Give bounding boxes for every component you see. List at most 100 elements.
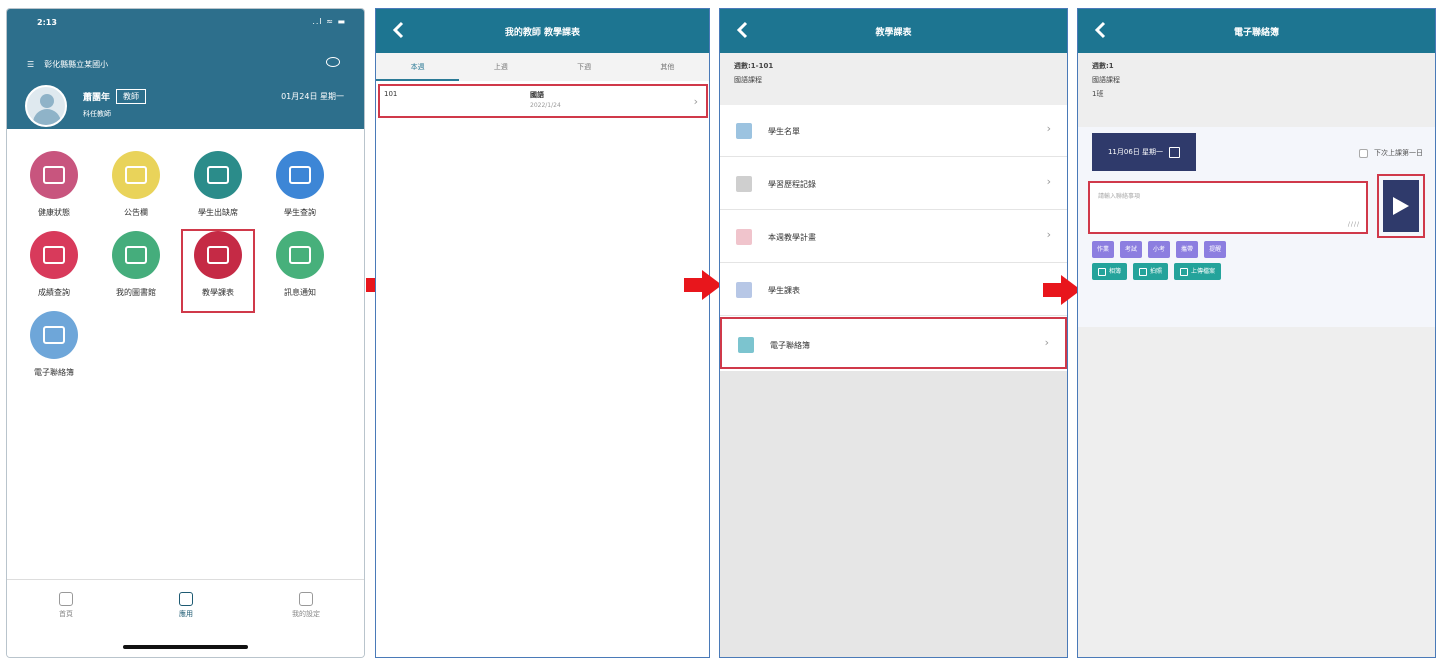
class-name: 國語 [530, 91, 544, 99]
home-icon [59, 592, 73, 606]
quick-tag-chip[interactable]: 小考 [1148, 241, 1171, 258]
resize-grip-icon[interactable]: //// [1348, 221, 1360, 228]
school-name[interactable]: ☰ 彰化縣縣立某國小 [27, 59, 108, 70]
app-tile[interactable]: 我的圖書館 [101, 231, 171, 311]
app-icon [30, 151, 78, 199]
empty-area [1078, 327, 1435, 657]
app-tile[interactable]: 電子聯絡簿 [19, 311, 89, 391]
attachment-button[interactable]: 相簿 [1092, 263, 1128, 280]
menu-item[interactable]: 電子聯絡簿 › [720, 317, 1067, 369]
app-tile[interactable]: 學生查詢 [265, 151, 335, 231]
tab-home[interactable]: 首頁 [21, 592, 111, 619]
app-icon [112, 231, 160, 279]
page-title: 電子聯絡簿 [1233, 27, 1279, 38]
eye-icon[interactable] [326, 57, 340, 67]
send-icon [1393, 197, 1409, 215]
schedule-screen: 我的教師 教學課表 本週 上週 下週 其他 101 國語 2022/1/24 › [375, 8, 710, 658]
app-icon [194, 151, 242, 199]
attachment-buttons: 相簿 拍照 上傳檔案 [1092, 263, 1222, 280]
chevron-left-icon [736, 21, 748, 39]
apps-icon [179, 592, 193, 606]
app-label: 我的圖書館 [116, 288, 156, 297]
menu-item[interactable]: 學生課表› [720, 264, 1067, 316]
app-icon [276, 231, 324, 279]
menu-item[interactable]: 學生名單 › [720, 105, 1067, 157]
next-day-toggle[interactable]: 下次上課第一日 [1359, 148, 1423, 158]
page-title: 教學課表 [875, 27, 912, 38]
chevron-right-icon: › [1044, 336, 1049, 349]
app-label: 健康狀態 [38, 208, 70, 217]
menu-icon[interactable]: ☰ [27, 60, 34, 69]
send-highlight [1377, 174, 1425, 238]
back-button[interactable] [730, 17, 754, 43]
menu-item-icon [738, 337, 754, 353]
attachment-button[interactable]: 拍照 [1133, 263, 1169, 280]
chevron-right-icon: › [693, 95, 698, 108]
quick-tag-chip[interactable]: 作業 [1092, 241, 1115, 258]
home-indicator [123, 645, 248, 649]
chevron-right-icon: › [1046, 228, 1051, 241]
app-tile[interactable]: 訊息通知 [265, 231, 335, 311]
app-icon [30, 231, 78, 279]
tab-settings[interactable]: 我的設定 [261, 592, 351, 619]
app-label: 電子聯絡簿 [34, 368, 74, 377]
menu-item[interactable]: 本週教學計畫 › [720, 211, 1067, 263]
avatar[interactable] [25, 85, 67, 127]
contact-book-screen: 電子聯絡簿 週數:1 國語課程 1班 11月06日 星期一 下次上課第一日 請輸… [1077, 8, 1436, 658]
course-info: 週數:1 國語課程 1班 [1078, 53, 1435, 127]
message-input[interactable]: 請輸入聯絡事項 //// [1088, 181, 1368, 234]
quick-tag-chip[interactable]: 考試 [1120, 241, 1143, 258]
chevron-right-icon: › [1046, 122, 1051, 135]
date-label: 01月24日 星期一 [281, 92, 344, 101]
week-info: 週數:1 [1092, 62, 1114, 70]
app-label: 學生查詢 [284, 208, 316, 217]
date-label: 11月06日 星期一 [1107, 148, 1164, 156]
empty-area [720, 371, 1067, 657]
week-tabs: 本週 上週 下週 其他 [376, 53, 709, 81]
menu-item-icon [736, 123, 752, 139]
app-icon [194, 231, 242, 279]
chevron-left-icon [1094, 21, 1106, 39]
menu-item-label: 學習歷程記錄 [768, 180, 816, 189]
checkbox[interactable] [1359, 148, 1368, 158]
attachment-icon [1139, 267, 1148, 276]
quick-tag-chip[interactable]: 攜帶 [1176, 241, 1199, 258]
class-date: 2022/1/24 [530, 102, 561, 109]
date-picker-button[interactable]: 11月06日 星期一 [1092, 133, 1196, 171]
app-tile[interactable]: 健康狀態 [19, 151, 89, 231]
signal-icons: ..l ≈ ▬ [312, 17, 346, 26]
message-placeholder: 請輸入聯絡事項 [1098, 193, 1141, 200]
class-code: 101 [384, 90, 398, 98]
app-tile[interactable]: 學生出缺席 [183, 151, 253, 231]
app-tile[interactable]: 成績查詢 [19, 231, 89, 311]
nav-bar: 電子聯絡簿 [1078, 9, 1435, 53]
app-tile[interactable]: 公告欄 [101, 151, 171, 231]
attachment-icon [1098, 267, 1106, 276]
arrow-icon [1043, 275, 1081, 305]
tab-this-week[interactable]: 本週 [376, 53, 460, 81]
back-button[interactable] [386, 17, 410, 43]
app-icon [30, 311, 78, 359]
tab-last-week[interactable]: 上週 [459, 53, 542, 81]
department-label: 科任教師 [83, 110, 111, 118]
menu-item[interactable]: 學習歷程記錄 › [720, 158, 1067, 210]
app-tile[interactable]: 教學課表 [181, 229, 255, 313]
home-screen: 2:13 ..l ≈ ▬ ☰ 彰化縣縣立某國小 蕭團年 教師 01月24日 星期… [6, 8, 365, 658]
tab-next-week[interactable]: 下週 [543, 53, 626, 81]
quick-tag-chip[interactable]: 提醒 [1204, 241, 1227, 258]
nav-bar: 教學課表 [720, 9, 1067, 53]
course-name: 國語課程 [734, 76, 762, 84]
role-badge[interactable]: 教師 [116, 89, 147, 104]
tab-apps[interactable]: 應用 [141, 592, 231, 619]
class-row[interactable]: 101 國語 2022/1/24 › [378, 84, 708, 118]
course-info: 週數:1-101 國語課程 [720, 53, 1067, 105]
attachment-icon [1180, 267, 1189, 276]
attachment-button[interactable]: 上傳檔案 [1174, 263, 1222, 280]
send-button[interactable] [1383, 180, 1419, 232]
back-button[interactable] [1088, 17, 1112, 43]
app-label: 訊息通知 [284, 288, 316, 297]
chevron-right-icon: › [1046, 175, 1051, 188]
menu-item-icon [736, 282, 752, 298]
tab-other[interactable]: 其他 [626, 53, 709, 81]
class-name: 1班 [1092, 90, 1104, 98]
